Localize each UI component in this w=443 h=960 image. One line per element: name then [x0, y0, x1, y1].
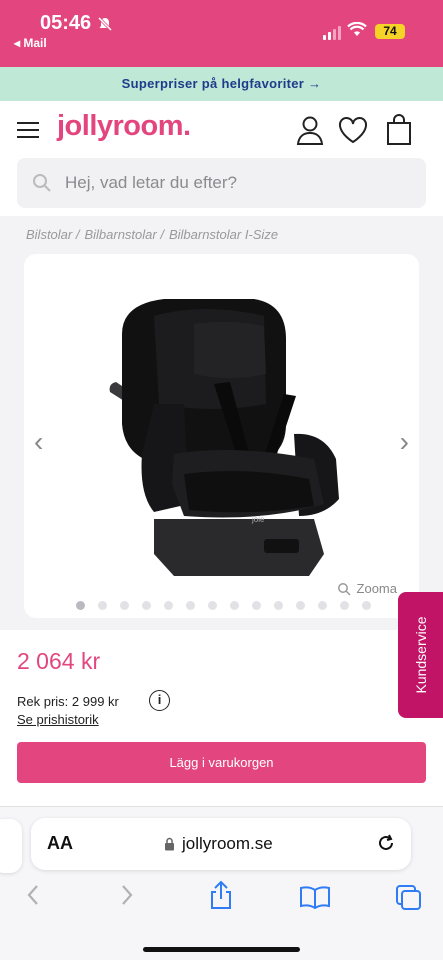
browser-forward-icon[interactable] [118, 883, 136, 907]
home-indicator [143, 947, 300, 952]
gallery-dot[interactable] [120, 601, 129, 610]
mute-bell-icon [98, 16, 113, 31]
customer-service-tab[interactable]: Kundservice [398, 592, 443, 718]
gallery-dot[interactable] [164, 601, 173, 610]
search-input[interactable] [65, 158, 415, 208]
gallery-dot[interactable] [208, 601, 217, 610]
gallery-dot[interactable] [230, 601, 239, 610]
zoom-label: Zooma [356, 581, 397, 596]
promo-banner[interactable]: Superpriser på helgfavoriter → [0, 67, 443, 101]
gallery-dot[interactable] [362, 601, 371, 610]
gallery-dot[interactable] [274, 601, 283, 610]
wifi-icon [347, 22, 367, 36]
bookmarks-icon[interactable] [299, 885, 331, 909]
battery-indicator: 74 [375, 24, 405, 39]
status-bar: 05:46 ◂ Mail 74 [0, 0, 443, 67]
gallery-dot[interactable] [318, 601, 327, 610]
back-to-mail-link[interactable]: ◂ Mail [14, 36, 47, 50]
search-icon [33, 174, 51, 192]
jollyroom-logo[interactable]: jollyroom. [57, 110, 191, 143]
gallery-prev-arrow[interactable]: ‹ [34, 426, 43, 458]
car-seat-image: joie [109, 299, 339, 576]
site-header: jollyroom. [0, 101, 443, 159]
product-price: 2 064 kr [17, 648, 101, 674]
tabs-icon[interactable] [394, 883, 422, 911]
browser-back-icon[interactable] [24, 883, 42, 907]
share-icon[interactable] [208, 879, 234, 911]
gallery-dot[interactable] [98, 601, 107, 610]
price-history-link[interactable]: Se prishistorik [17, 712, 99, 727]
recommended-price: Rek pris: 2 999 kr [17, 694, 119, 709]
gallery-dot[interactable] [296, 601, 305, 610]
gallery-dot[interactable] [76, 601, 85, 610]
address-bar[interactable]: AA jollyroom.se [31, 818, 411, 870]
breadcrumb-bilstolar[interactable]: Bilstolar / [26, 227, 79, 242]
search-bar[interactable] [17, 158, 426, 208]
reader-aa-button[interactable]: AA [47, 833, 73, 854]
account-icon[interactable] [296, 115, 324, 145]
gallery-next-arrow[interactable]: › [400, 426, 409, 458]
breadcrumb: Bilstolar / Bilbarnstolar / Bilbarnstola… [26, 227, 278, 242]
add-to-cart-button[interactable]: Lägg i varukorgen [17, 742, 426, 783]
gallery-dot[interactable] [142, 601, 151, 610]
gallery-pagination [76, 601, 371, 610]
zoom-magnifier-icon [337, 582, 351, 596]
url-display[interactable]: jollyroom.se [164, 834, 273, 854]
wishlist-heart-icon[interactable] [337, 115, 369, 145]
breadcrumb-isize[interactable]: Bilbarnstolar I-Size [169, 227, 278, 242]
cellular-signal-icon [323, 26, 341, 40]
info-icon[interactable]: i [149, 690, 170, 711]
customer-service-label: Kundservice [412, 616, 429, 694]
zoom-button[interactable]: Zooma [337, 581, 397, 596]
shopping-bag-icon[interactable] [386, 114, 412, 146]
hamburger-menu-icon[interactable] [17, 122, 39, 138]
product-image-card[interactable]: joie ‹ › Zooma [24, 254, 419, 618]
previous-tab-preview[interactable] [0, 819, 22, 873]
gallery-dot[interactable] [186, 601, 195, 610]
status-time: 05:46 [40, 12, 113, 35]
gallery-dot[interactable] [340, 601, 349, 610]
reload-icon[interactable] [375, 832, 397, 854]
lock-icon [165, 837, 174, 851]
safari-toolbar: AA jollyroom.se [0, 806, 443, 960]
seat-brand-label: joie [251, 515, 265, 524]
gallery-dot[interactable] [252, 601, 261, 610]
breadcrumb-bilbarnstolar[interactable]: Bilbarnstolar / [84, 227, 163, 242]
